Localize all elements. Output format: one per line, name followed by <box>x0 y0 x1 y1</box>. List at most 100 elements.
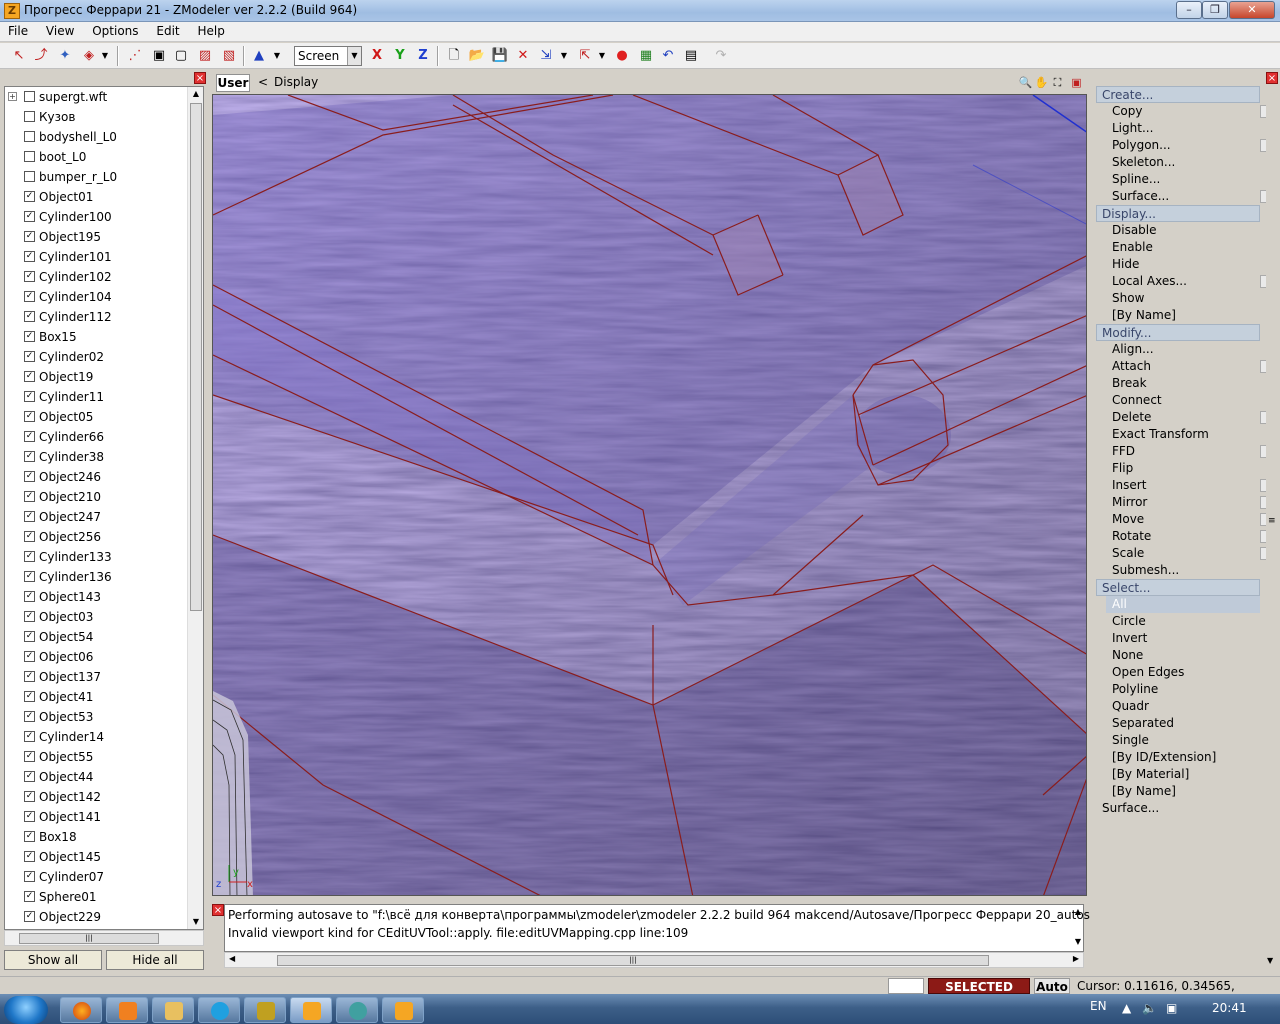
scroll-right-icon[interactable]: ▶ <box>1073 954 1079 963</box>
select-vertex-icon[interactable]: ⤴ <box>32 47 50 65</box>
view-type-button[interactable]: User <box>216 74 250 92</box>
visibility-checkbox[interactable]: ✓ <box>24 831 35 842</box>
scroll-handle-icon[interactable]: ≡ <box>1268 516 1276 526</box>
command-skeleton[interactable]: Skeleton... <box>1096 154 1260 171</box>
close-button[interactable]: ✕ <box>1229 1 1275 19</box>
visibility-checkbox[interactable]: ✓ <box>24 491 35 502</box>
command-surface[interactable]: Surface... <box>1096 188 1272 205</box>
export-icon[interactable]: ⇱ <box>576 47 594 65</box>
visibility-checkbox[interactable] <box>24 91 35 102</box>
tray-expand-icon[interactable]: ▲ <box>1122 1001 1131 1015</box>
network-icon[interactable]: ▣ <box>1166 1001 1177 1015</box>
save-file-icon[interactable]: 💾 <box>491 47 509 65</box>
visibility-checkbox[interactable]: ✓ <box>24 811 35 822</box>
command-section-modify[interactable]: Modify... <box>1096 324 1260 341</box>
close-file-icon[interactable]: ✕ <box>514 47 532 65</box>
visibility-checkbox[interactable]: ✓ <box>24 631 35 642</box>
scroll-down-icon[interactable]: ▼ <box>1267 956 1273 965</box>
axis-x-toggle[interactable]: X <box>368 47 386 65</box>
command-by-material[interactable]: [By Material] <box>1096 766 1260 783</box>
taskbar-skype[interactable] <box>198 997 240 1023</box>
visibility-checkbox[interactable]: ✓ <box>24 671 35 682</box>
visibility-checkbox[interactable]: ✓ <box>24 371 35 382</box>
tree-item[interactable]: ✓ Object256 <box>5 527 189 547</box>
dropdown-arrow-icon[interactable]: ▼ <box>559 47 569 65</box>
visibility-checkbox[interactable]: ✓ <box>24 691 35 702</box>
menu-options[interactable]: Options <box>84 22 144 38</box>
taskbar-media-player[interactable] <box>106 997 148 1023</box>
visibility-checkbox[interactable] <box>24 111 35 122</box>
close-icon[interactable]: × <box>212 904 224 916</box>
tree-horizontal-scrollbar[interactable]: ||| <box>4 930 204 946</box>
tree-item[interactable]: ✓ Cylinder136 <box>5 567 189 587</box>
scroll-down-icon[interactable]: ▼ <box>188 915 203 929</box>
vertex-mode-icon[interactable]: ⋰ <box>126 47 144 65</box>
menu-view[interactable]: View <box>38 22 80 38</box>
visibility-checkbox[interactable]: ✓ <box>24 231 35 242</box>
tree-item[interactable]: ✓ Object195 <box>5 227 189 247</box>
new-file-icon[interactable]: 🗋 <box>445 47 463 65</box>
command-by-name[interactable]: [By Name] <box>1096 783 1260 800</box>
visibility-checkbox[interactable]: ✓ <box>24 551 35 562</box>
minimize-button[interactable]: – <box>1176 1 1202 19</box>
command-mirror[interactable]: Mirror <box>1096 494 1272 511</box>
command-copy[interactable]: Copy <box>1096 103 1272 120</box>
tree-item[interactable]: ✓ Object55 <box>5 747 189 767</box>
tree-item[interactable]: ✓ Object01 <box>5 187 189 207</box>
menu-file[interactable]: File <box>0 22 34 38</box>
menu-help[interactable]: Help <box>189 22 230 38</box>
tree-item[interactable]: + supergt.wft <box>5 87 189 107</box>
command-show[interactable]: Show <box>1096 290 1260 307</box>
visibility-checkbox[interactable]: ✓ <box>24 791 35 802</box>
viewport-3d[interactable]: z y x <box>212 94 1087 896</box>
command-scale[interactable]: Scale <box>1096 545 1272 562</box>
command-rotate[interactable]: Rotate <box>1096 528 1272 545</box>
tree-item[interactable]: Кузов <box>5 107 189 127</box>
taskbar-app[interactable] <box>244 997 286 1023</box>
axis-y-toggle[interactable]: Y <box>391 47 409 65</box>
tree-item[interactable]: ✓ Object54 <box>5 627 189 647</box>
expand-icon[interactable]: + <box>8 92 17 101</box>
command-single[interactable]: Single <box>1096 732 1260 749</box>
scroll-up-icon[interactable]: ▲ <box>1075 907 1081 916</box>
tree-item[interactable]: ✓ Object229 <box>5 907 189 927</box>
visibility-checkbox[interactable]: ✓ <box>24 571 35 582</box>
command-none[interactable]: None <box>1096 647 1260 664</box>
visibility-checkbox[interactable]: ✓ <box>24 451 35 462</box>
command-circle[interactable]: Circle <box>1096 613 1260 630</box>
scroll-up-icon[interactable]: ▲ <box>188 87 203 101</box>
visibility-checkbox[interactable]: ✓ <box>24 271 35 282</box>
tree-item[interactable]: ✓ Object141 <box>5 807 189 827</box>
hide-all-button[interactable]: Hide all <box>106 950 204 970</box>
visibility-checkbox[interactable]: ✓ <box>24 391 35 402</box>
zoom-icon[interactable]: 🔍 <box>1018 75 1033 90</box>
tree-item[interactable]: ✓ Cylinder07 <box>5 867 189 887</box>
tree-item[interactable]: ✓ Object210 <box>5 487 189 507</box>
menu-edit[interactable]: Edit <box>148 22 185 38</box>
command-light[interactable]: Light... <box>1096 120 1260 137</box>
visibility-checkbox[interactable]: ✓ <box>24 731 35 742</box>
command-insert[interactable]: Insert <box>1096 477 1272 494</box>
taskbar-zmodeler-2[interactable] <box>382 997 424 1023</box>
breadcrumb[interactable]: Display <box>274 75 318 89</box>
notes-icon[interactable]: ▤ <box>682 47 700 65</box>
dropdown-arrow-icon[interactable]: ▼ <box>597 47 607 65</box>
show-all-button[interactable]: Show all <box>4 950 102 970</box>
tree-item[interactable]: ✓ Cylinder104 <box>5 287 189 307</box>
tree-item[interactable]: ✓ Cylinder11 <box>5 387 189 407</box>
scroll-thumb[interactable] <box>190 103 202 611</box>
volume-icon[interactable]: 🔈 <box>1142 1001 1157 1015</box>
tree-item[interactable]: ✓ Cylinder101 <box>5 247 189 267</box>
command-quadr[interactable]: Quadr <box>1096 698 1260 715</box>
tree-item[interactable]: ✓ Object06 <box>5 647 189 667</box>
dropdown-arrow-icon[interactable]: ▼ <box>272 47 282 65</box>
visibility-checkbox[interactable]: ✓ <box>24 651 35 662</box>
visibility-checkbox[interactable]: ✓ <box>24 611 35 622</box>
taskbar-app-g[interactable] <box>336 997 378 1023</box>
visibility-checkbox[interactable]: ✓ <box>24 311 35 322</box>
tree-item[interactable]: ✓ Box15 <box>5 327 189 347</box>
command-align[interactable]: Align... <box>1096 341 1260 358</box>
visibility-checkbox[interactable] <box>24 131 35 142</box>
tree-item[interactable]: ✓ Cylinder38 <box>5 447 189 467</box>
command-section-create[interactable]: Create... <box>1096 86 1260 103</box>
